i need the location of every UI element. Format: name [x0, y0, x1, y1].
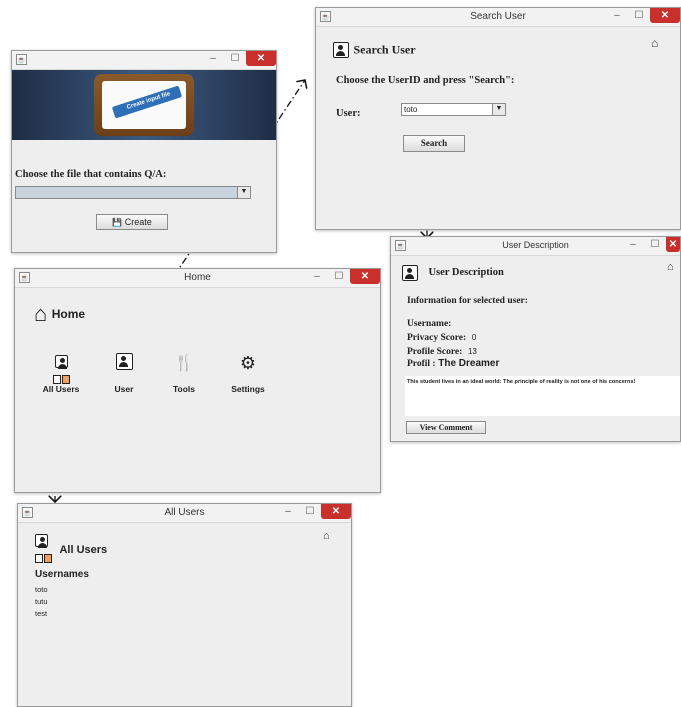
home-item-label: Settings [231, 384, 265, 394]
minimize-button[interactable]: – [306, 269, 328, 285]
file-select[interactable]: ▼ [15, 186, 251, 199]
user-icon [115, 353, 133, 371]
profil-value: The Dreamer [438, 358, 500, 369]
home-icon[interactable]: ⌂ [651, 36, 658, 50]
description-header: User Description [402, 264, 504, 282]
file-prompt: Choose the file that contains Q/A: [15, 169, 167, 180]
home-item-settings[interactable]: ⚙ Settings [226, 353, 270, 397]
home-icon[interactable]: ⌂ [323, 530, 330, 542]
username-label: Username: [407, 319, 452, 329]
settings-icon: ⚙ [239, 353, 257, 373]
home-item-label: User [114, 384, 134, 394]
list-item[interactable]: tutu [35, 596, 48, 608]
list-item[interactable]: toto [35, 584, 48, 596]
all-users-window: ☕ All Users – ☐ ✕ ⌂ All Users Usernames … [17, 503, 352, 707]
profil-row: Profil : The Dreamer [407, 358, 499, 369]
titlebar: ☕ Search User – ☐ ✕ [316, 8, 680, 27]
titlebar: ☕ User Description – ☐ ✕ [391, 237, 680, 256]
chevron-down-icon: ▼ [492, 104, 505, 115]
home-window: ☕ Home – ☐ ✕ ⌂ Home All Users User 🍴 Too… [14, 268, 381, 493]
create-file-window: ☕ – ☐ ✕ Create input file Choose the fil… [11, 50, 277, 253]
banner: Create input file [12, 70, 276, 140]
close-button[interactable]: ✕ [650, 8, 680, 23]
user-icon [402, 264, 418, 281]
home-item-tools[interactable]: 🍴 Tools [166, 353, 202, 397]
home-icon: ⌂ [34, 301, 48, 326]
maximize-button[interactable]: ☐ [628, 8, 650, 24]
minimize-button[interactable]: – [606, 8, 628, 24]
user-select[interactable]: toto ▼ [401, 103, 506, 116]
banner-file-icon: Create input file [94, 74, 194, 136]
minimize-button[interactable]: – [277, 504, 299, 520]
home-item-label: Tools [172, 384, 196, 394]
home-item-label: All Users [42, 384, 80, 394]
search-user-window: ☕ Search User – ☐ ✕ ⌂ Search User Choose… [315, 7, 681, 230]
description-text-area[interactable]: This student lives in an ideal world: Th… [405, 376, 680, 416]
create-button[interactable]: 💾 Create [96, 214, 168, 230]
home-heading: Home [51, 307, 86, 321]
description-text: This student lives in an ideal world: Th… [407, 379, 636, 385]
search-heading: Search User [353, 42, 416, 57]
maximize-button[interactable]: ☐ [644, 237, 666, 253]
users-list: toto tutu test [35, 584, 48, 620]
list-item[interactable]: test [35, 608, 48, 620]
user-description-window: ☕ User Description – ☐ ✕ ⌂ User Descript… [390, 236, 681, 442]
user-label: User: [336, 108, 361, 119]
all-users-header: All Users [35, 532, 107, 568]
close-button[interactable]: ✕ [350, 269, 380, 284]
titlebar: ☕ – ☐ ✕ [12, 51, 276, 70]
java-icon: ☕ [16, 54, 27, 65]
maximize-button[interactable]: ☐ [328, 269, 350, 285]
profile-score-value: 13 [467, 347, 477, 356]
close-button[interactable]: ✕ [666, 237, 680, 252]
home-header: ⌂ Home [34, 301, 85, 327]
close-button[interactable]: ✕ [246, 51, 276, 66]
minimize-button[interactable]: – [202, 51, 224, 67]
save-icon: 💾 [112, 218, 123, 227]
user-icon [333, 41, 349, 58]
search-button[interactable]: Search [403, 135, 465, 152]
close-button[interactable]: ✕ [321, 504, 351, 519]
titlebar: ☕ Home – ☐ ✕ [15, 269, 380, 288]
info-label: Information for selected user: [407, 296, 528, 306]
home-item-user[interactable]: User [106, 353, 142, 397]
all-users-icon [41, 353, 81, 384]
profile-score-label: Profile Score: [407, 347, 463, 357]
privacy-label: Privacy Score: [407, 333, 467, 343]
maximize-button[interactable]: ☐ [224, 51, 246, 67]
home-item-all-users[interactable]: All Users [41, 353, 81, 397]
usernames-label: Usernames [35, 569, 89, 580]
search-instruction: Choose the UserID and press "Search": [336, 75, 515, 86]
description-heading: User Description [428, 267, 504, 279]
minimize-button[interactable]: – [622, 237, 644, 253]
profil-label: Profil : [407, 359, 436, 369]
all-users-icon [35, 532, 55, 568]
privacy-value: 0 [471, 333, 477, 342]
chevron-down-icon: ▼ [237, 187, 250, 198]
maximize-button[interactable]: ☐ [299, 504, 321, 520]
home-icon[interactable]: ⌂ [667, 261, 674, 273]
all-users-heading: All Users [59, 544, 108, 556]
profile-score-row: Profile Score: 13 [407, 346, 477, 357]
view-comment-button[interactable]: View Comment [406, 421, 486, 434]
tools-icon: 🍴 [174, 355, 194, 372]
privacy-row: Privacy Score: 0 [407, 332, 476, 343]
search-header: Search User [333, 41, 416, 59]
titlebar: ☕ All Users – ☐ ✕ [18, 504, 351, 523]
